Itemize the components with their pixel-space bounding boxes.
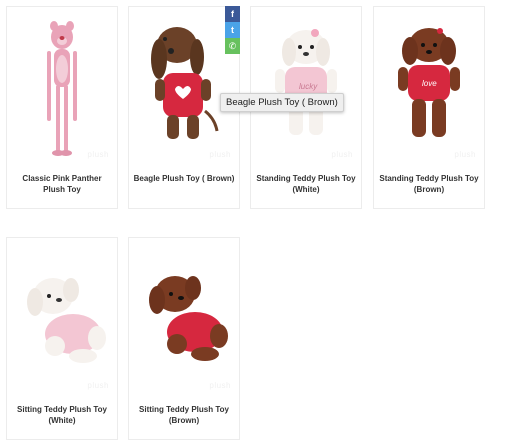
whatsapp-share-button[interactable]: ✆ bbox=[225, 38, 240, 54]
svg-text:love: love bbox=[422, 79, 437, 88]
product-name[interactable]: Beagle Plush Toy ( Brown) bbox=[133, 173, 235, 184]
white-teddy-sitting-image[interactable] bbox=[7, 238, 117, 398]
product-name[interactable]: Sitting Teddy Plush Toy (Brown) bbox=[133, 404, 235, 426]
facebook-icon: f bbox=[231, 9, 234, 19]
svg-text:lucky: lucky bbox=[299, 82, 318, 91]
product-card[interactable]: love plush Standing Teddy Plush Toy (Bro… bbox=[373, 6, 485, 209]
product-card[interactable]: plush Classic Pink Panther Plush Toy bbox=[6, 6, 118, 209]
product-name[interactable]: Classic Pink Panther Plush Toy bbox=[11, 173, 113, 195]
brown-teddy-sitting-image[interactable] bbox=[129, 238, 239, 398]
facebook-share-button[interactable]: f bbox=[225, 6, 240, 22]
product-name[interactable]: Sitting Teddy Plush Toy (White) bbox=[11, 404, 113, 426]
product-card[interactable]: plush Sitting Teddy Plush Toy (White) bbox=[6, 237, 118, 440]
whatsapp-icon: ✆ bbox=[228, 40, 237, 51]
brown-teddy-standing-image[interactable]: love bbox=[374, 7, 484, 167]
pink-panther-plush-image[interactable] bbox=[7, 7, 117, 167]
twitter-icon: t bbox=[231, 25, 234, 35]
product-tooltip: Beagle Plush Toy ( Brown) bbox=[220, 93, 344, 112]
twitter-share-button[interactable]: t bbox=[225, 22, 240, 38]
beagle-plush-image[interactable] bbox=[129, 7, 239, 167]
white-teddy-standing-image[interactable]: lucky bbox=[251, 7, 361, 167]
product-card[interactable]: plush Sitting Teddy Plush Toy (Brown) bbox=[128, 237, 240, 440]
product-name[interactable]: Standing Teddy Plush Toy (Brown) bbox=[378, 173, 480, 195]
product-name[interactable]: Standing Teddy Plush Toy (White) bbox=[255, 173, 357, 195]
